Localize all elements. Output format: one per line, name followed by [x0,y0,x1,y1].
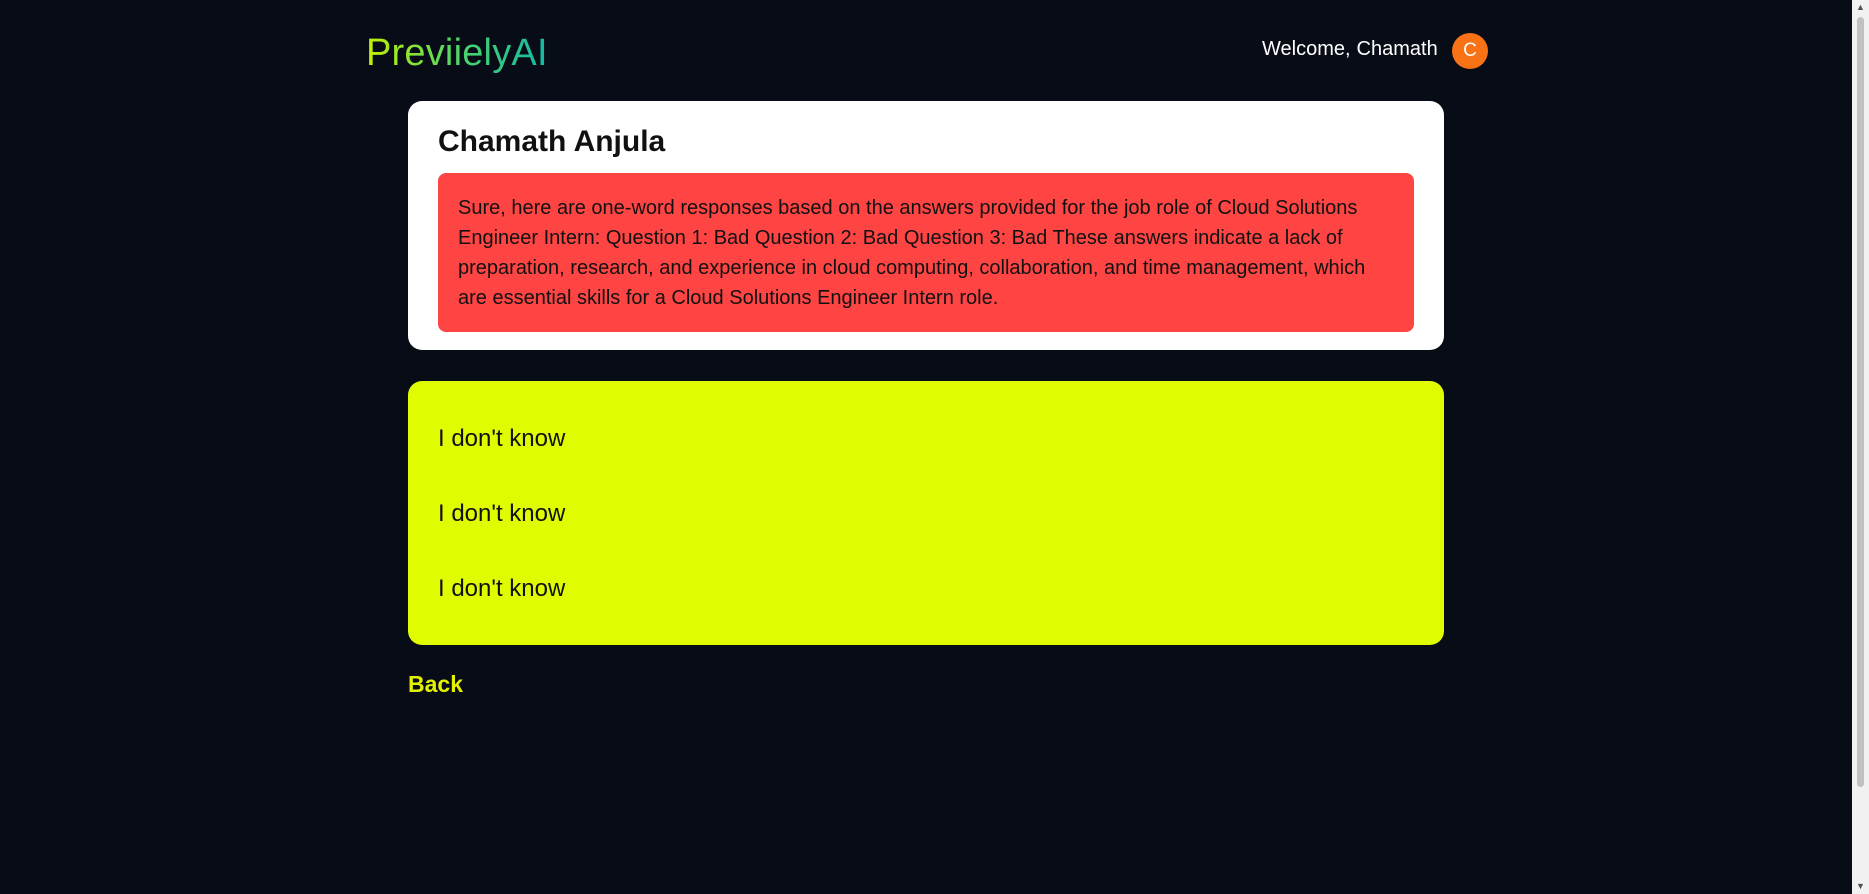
answer-item-3: I don't know [438,575,566,602]
result-card: Chamath Anjula Sure, here are one-word r… [408,101,1444,350]
user-avatar[interactable]: C [1452,33,1488,69]
page-scrollbar[interactable]: ▲ ▼ [1852,0,1869,894]
candidate-name: Chamath Anjula [438,125,666,158]
feedback-box: Sure, here are one-word responses based … [438,173,1414,332]
back-link[interactable]: Back [408,669,463,699]
scroll-down-arrow-icon[interactable]: ▼ [1856,882,1865,891]
welcome-prefix: Welcome, [1262,38,1351,60]
welcome-username: Chamath [1356,38,1438,60]
answer-item-1: I don't know [438,425,566,452]
answer-item-2: I don't know [438,500,566,527]
answers-card: I don't know I don't know I don't know [408,381,1444,645]
welcome-message: Welcome, Chamath [1262,36,1438,62]
scrollbar-thumb[interactable] [1857,17,1864,787]
top-header: PreviielyAI Welcome, Chamath C [0,0,1852,100]
scroll-up-arrow-icon[interactable]: ▲ [1856,3,1865,12]
app-logo[interactable]: PreviielyAI [366,28,548,78]
